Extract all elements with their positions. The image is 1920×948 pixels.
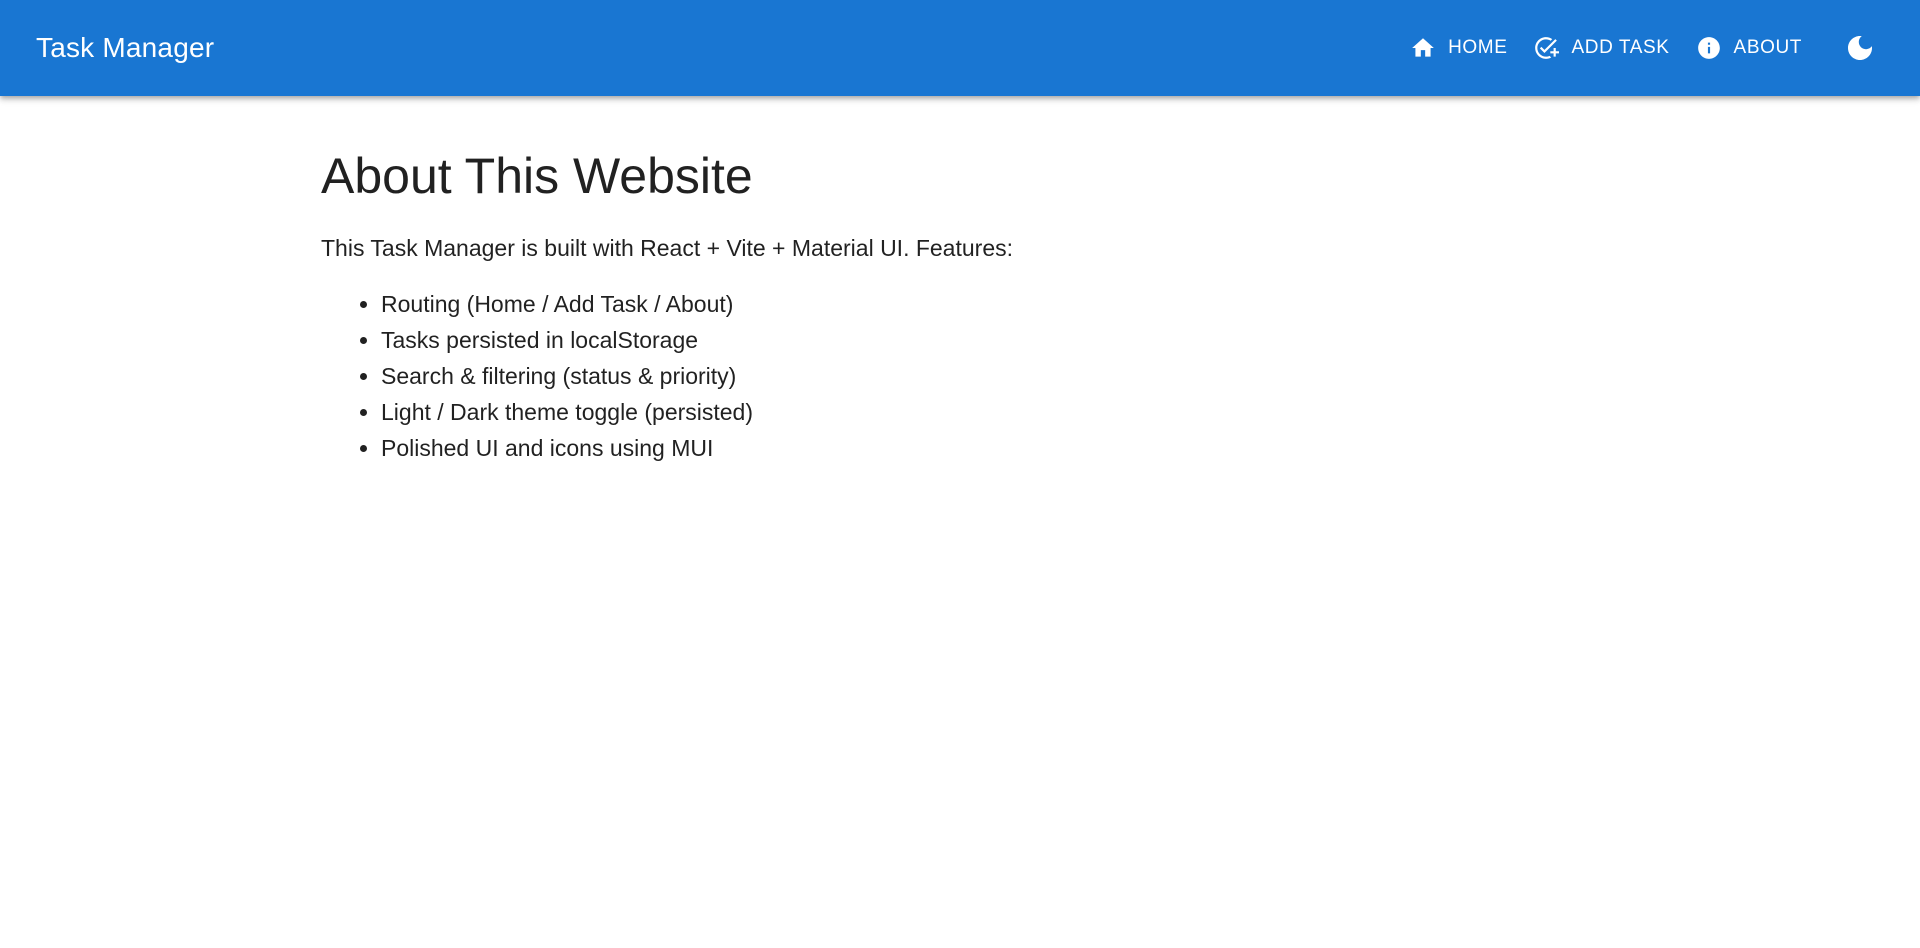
moon-icon — [1844, 32, 1876, 64]
list-item: Tasks persisted in localStorage — [381, 322, 1599, 358]
nav-add-task-label: ADD TASK — [1571, 37, 1670, 58]
home-icon — [1410, 35, 1436, 61]
info-icon — [1696, 35, 1722, 61]
intro-text: This Task Manager is built with React + … — [321, 235, 1013, 261]
page-title: About This Website — [321, 148, 753, 204]
about-page: About This Website This Task Manager is … — [321, 96, 1599, 466]
add-task-icon — [1533, 35, 1560, 61]
list-item: Search & filtering (status & priority) — [381, 358, 1599, 394]
nav-add-task-button[interactable]: ADD TASK — [1523, 26, 1679, 70]
list-item: Routing (Home / Add Task / About) — [381, 286, 1599, 322]
theme-toggle-button[interactable] — [1836, 24, 1884, 72]
nav-home-label: HOME — [1448, 37, 1508, 58]
main-nav: HOME ADD TASK ABOUT — [1394, 26, 1812, 70]
list-item: Polished UI and icons using MUI — [381, 430, 1599, 466]
list-item: Light / Dark theme toggle (persisted) — [381, 394, 1599, 430]
nav-about-label: ABOUT — [1733, 37, 1802, 58]
nav-about-button[interactable]: ABOUT — [1686, 26, 1812, 70]
features-list: Routing (Home / Add Task / About) Tasks … — [321, 286, 1599, 466]
nav-home-button[interactable]: HOME — [1400, 26, 1517, 70]
app-bar: Task Manager HOME ADD TASK ABOUT — [0, 0, 1920, 96]
app-title: Task Manager — [36, 32, 215, 63]
